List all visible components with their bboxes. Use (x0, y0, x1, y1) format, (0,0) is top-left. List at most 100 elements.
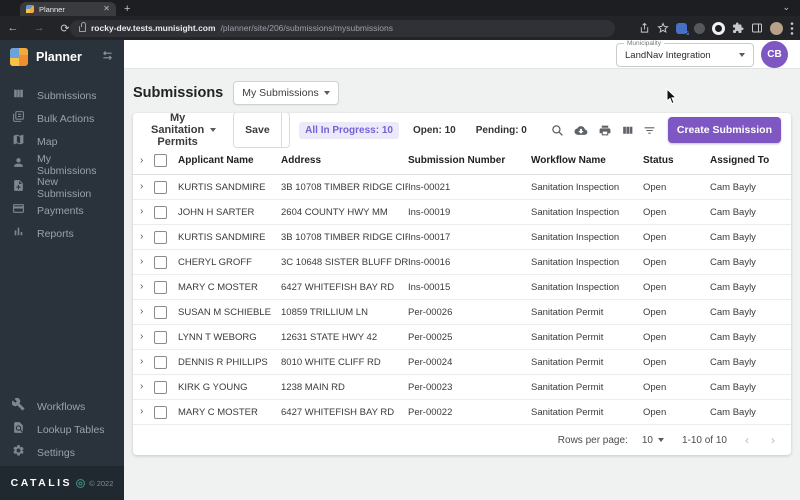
expand-row-icon[interactable]: › (138, 232, 154, 242)
cell-workflow-name: Sanitation Inspection (531, 206, 620, 218)
expand-row-icon[interactable]: › (138, 282, 154, 292)
browser-tab[interactable]: Planner ✕ (20, 2, 116, 16)
table-row[interactable]: › MARY C MOSTER 6427 WHITEFISH BAY RD In… (133, 275, 791, 300)
filter-chip[interactable]: Open: 10 (407, 122, 462, 139)
expand-row-icon[interactable]: › (138, 332, 154, 342)
column-header[interactable]: Status (643, 155, 710, 166)
row-checkbox[interactable] (154, 355, 167, 369)
row-checkbox[interactable] (154, 180, 167, 194)
browser-profile-avatar[interactable] (770, 21, 783, 35)
sidebar-item-bulk-actions[interactable]: Bulk Actions (0, 107, 124, 130)
sidebar-collapse-icon[interactable] (101, 48, 114, 66)
url-bar[interactable]: rocky-dev.tests.munisight.com/planner/si… (70, 19, 615, 37)
sidebar-item-map[interactable]: Map (0, 130, 124, 153)
sidebar-item-lookup-tables[interactable]: Lookup Tables (0, 418, 124, 441)
rows-per-page-select[interactable]: 10 (642, 435, 664, 446)
cell-applicant-name: KURTIS SANDMIRE (178, 181, 266, 193)
expand-all-icon[interactable]: › (138, 155, 154, 166)
main-content: Submissions My Submissions My Sanitation… (124, 69, 800, 500)
column-header[interactable]: Submission Number (408, 155, 531, 166)
chrome-menu-icon[interactable] (790, 21, 794, 35)
sidebar-item-new-submission[interactable]: New Submission (0, 176, 124, 200)
row-checkbox[interactable] (154, 280, 167, 294)
row-checkbox[interactable] (154, 255, 167, 269)
lock-icon (79, 22, 86, 32)
row-checkbox[interactable] (154, 330, 167, 344)
municipality-label: Municipality (624, 40, 664, 47)
payments-icon (12, 202, 25, 220)
cell-applicant-name: MARY C MOSTER (178, 281, 258, 293)
preset-dropdown[interactable]: My Sanitation Permits (143, 113, 224, 148)
expand-row-icon[interactable]: › (138, 407, 154, 417)
table-row[interactable]: › CHERYL GROFF 3C 10648 SISTER BLUFF DR … (133, 250, 791, 275)
side-panel-icon[interactable] (751, 22, 763, 34)
table-row[interactable]: › JOHN H SARTER 2604 COUNTY HWY MM Ins-0… (133, 200, 791, 225)
next-page-icon[interactable]: › (771, 433, 775, 447)
submissions-icon (12, 87, 25, 105)
select-all-checkbox[interactable] (154, 154, 167, 167)
column-header[interactable]: Applicant Name (178, 155, 281, 166)
url-path: /planner/site/206/submissions/mysubmissi… (220, 23, 393, 33)
cell-address: 6427 WHITEFISH BAY RD (281, 281, 395, 293)
row-checkbox[interactable] (154, 230, 167, 244)
previous-page-icon[interactable]: ‹ (745, 433, 749, 447)
expand-row-icon[interactable]: › (138, 207, 154, 217)
cell-status: Open (643, 206, 667, 218)
sidebar-item-reports[interactable]: Reports (0, 222, 124, 245)
column-header[interactable]: Address (281, 155, 408, 166)
columns-icon[interactable] (621, 124, 634, 137)
cell-applicant-name: LYNN T WEBORG (178, 331, 257, 343)
bookmark-star-icon[interactable] (657, 22, 669, 34)
municipality-select[interactable]: Municipality LandNav Integration (616, 40, 754, 67)
browser-action-icons (639, 17, 794, 39)
sidebar-item-submissions[interactable]: Submissions (0, 84, 124, 107)
expand-row-icon[interactable]: › (138, 307, 154, 317)
filter-icon[interactable] (643, 124, 656, 137)
expand-row-icon[interactable]: › (138, 357, 154, 367)
expand-row-icon[interactable]: › (138, 182, 154, 192)
cell-address: 6427 WHITEFISH BAY RD (281, 406, 395, 418)
cell-submission-number: Ins-00016 (408, 256, 451, 268)
table-row[interactable]: › DENNIS R PHILLIPS 8010 WHITE CLIFF RD … (133, 350, 791, 375)
print-icon[interactable] (598, 124, 612, 137)
tab-close-icon[interactable]: ✕ (103, 5, 110, 13)
table-row[interactable]: › KIRK G YOUNG 1238 MAIN RD Per-00023 Sa… (133, 375, 791, 400)
save-as-button[interactable]: Save As... (280, 113, 290, 147)
filter-chip[interactable]: Pending: 0 (470, 122, 533, 139)
user-avatar[interactable]: CB (761, 41, 788, 68)
chevron-down-icon (739, 53, 745, 57)
share-icon[interactable] (639, 22, 650, 34)
extension-icon-2[interactable] (694, 22, 705, 34)
expand-row-icon[interactable]: › (138, 382, 154, 392)
row-checkbox[interactable] (154, 405, 167, 419)
column-header[interactable]: Workflow Name (531, 155, 643, 166)
view-selector-dropdown[interactable]: My Submissions (233, 81, 339, 105)
extension-icon-3[interactable] (712, 21, 725, 35)
sidebar-item-workflows[interactable]: Workflows (0, 395, 124, 418)
column-header[interactable]: Assigned To (710, 155, 791, 166)
forward-icon[interactable]: → (26, 22, 52, 34)
create-submission-button[interactable]: Create Submission (667, 117, 781, 143)
row-checkbox[interactable] (154, 305, 167, 319)
sidebar-item-settings[interactable]: Settings (0, 441, 124, 464)
table-row[interactable]: › KURTIS SANDMIRE 3B 10708 TIMBER RIDGE … (133, 225, 791, 250)
sidebar-item-my-submissions[interactable]: My Submissions (0, 153, 124, 177)
back-icon[interactable]: ← (0, 22, 26, 34)
cell-submission-number: Per-00024 (408, 356, 453, 368)
tab-search-chevron-icon[interactable]: ⌄ (782, 2, 790, 13)
sidebar-item-payments[interactable]: Payments (0, 199, 124, 222)
expand-row-icon[interactable]: › (138, 257, 154, 267)
table-row[interactable]: › KURTIS SANDMIRE 3B 10708 TIMBER RIDGE … (133, 175, 791, 200)
new-tab-button[interactable]: + (124, 3, 130, 15)
filter-chip[interactable]: All In Progress: 10 (299, 121, 399, 139)
row-checkbox[interactable] (154, 205, 167, 219)
row-checkbox[interactable] (154, 380, 167, 394)
table-row[interactable]: › MARY C MOSTER 6427 WHITEFISH BAY RD Pe… (133, 400, 791, 425)
table-row[interactable]: › LYNN T WEBORG 12631 STATE HWY 42 Per-0… (133, 325, 791, 350)
export-cloud-download-icon[interactable] (573, 124, 589, 137)
extension-icon[interactable] (676, 22, 689, 37)
save-button[interactable]: Save (234, 113, 281, 147)
search-icon[interactable] (551, 124, 564, 137)
table-row[interactable]: › SUSAN M SCHIEBLE 10859 TRILLIUM LN Per… (133, 300, 791, 325)
puzzle-extensions-icon[interactable] (732, 22, 744, 34)
